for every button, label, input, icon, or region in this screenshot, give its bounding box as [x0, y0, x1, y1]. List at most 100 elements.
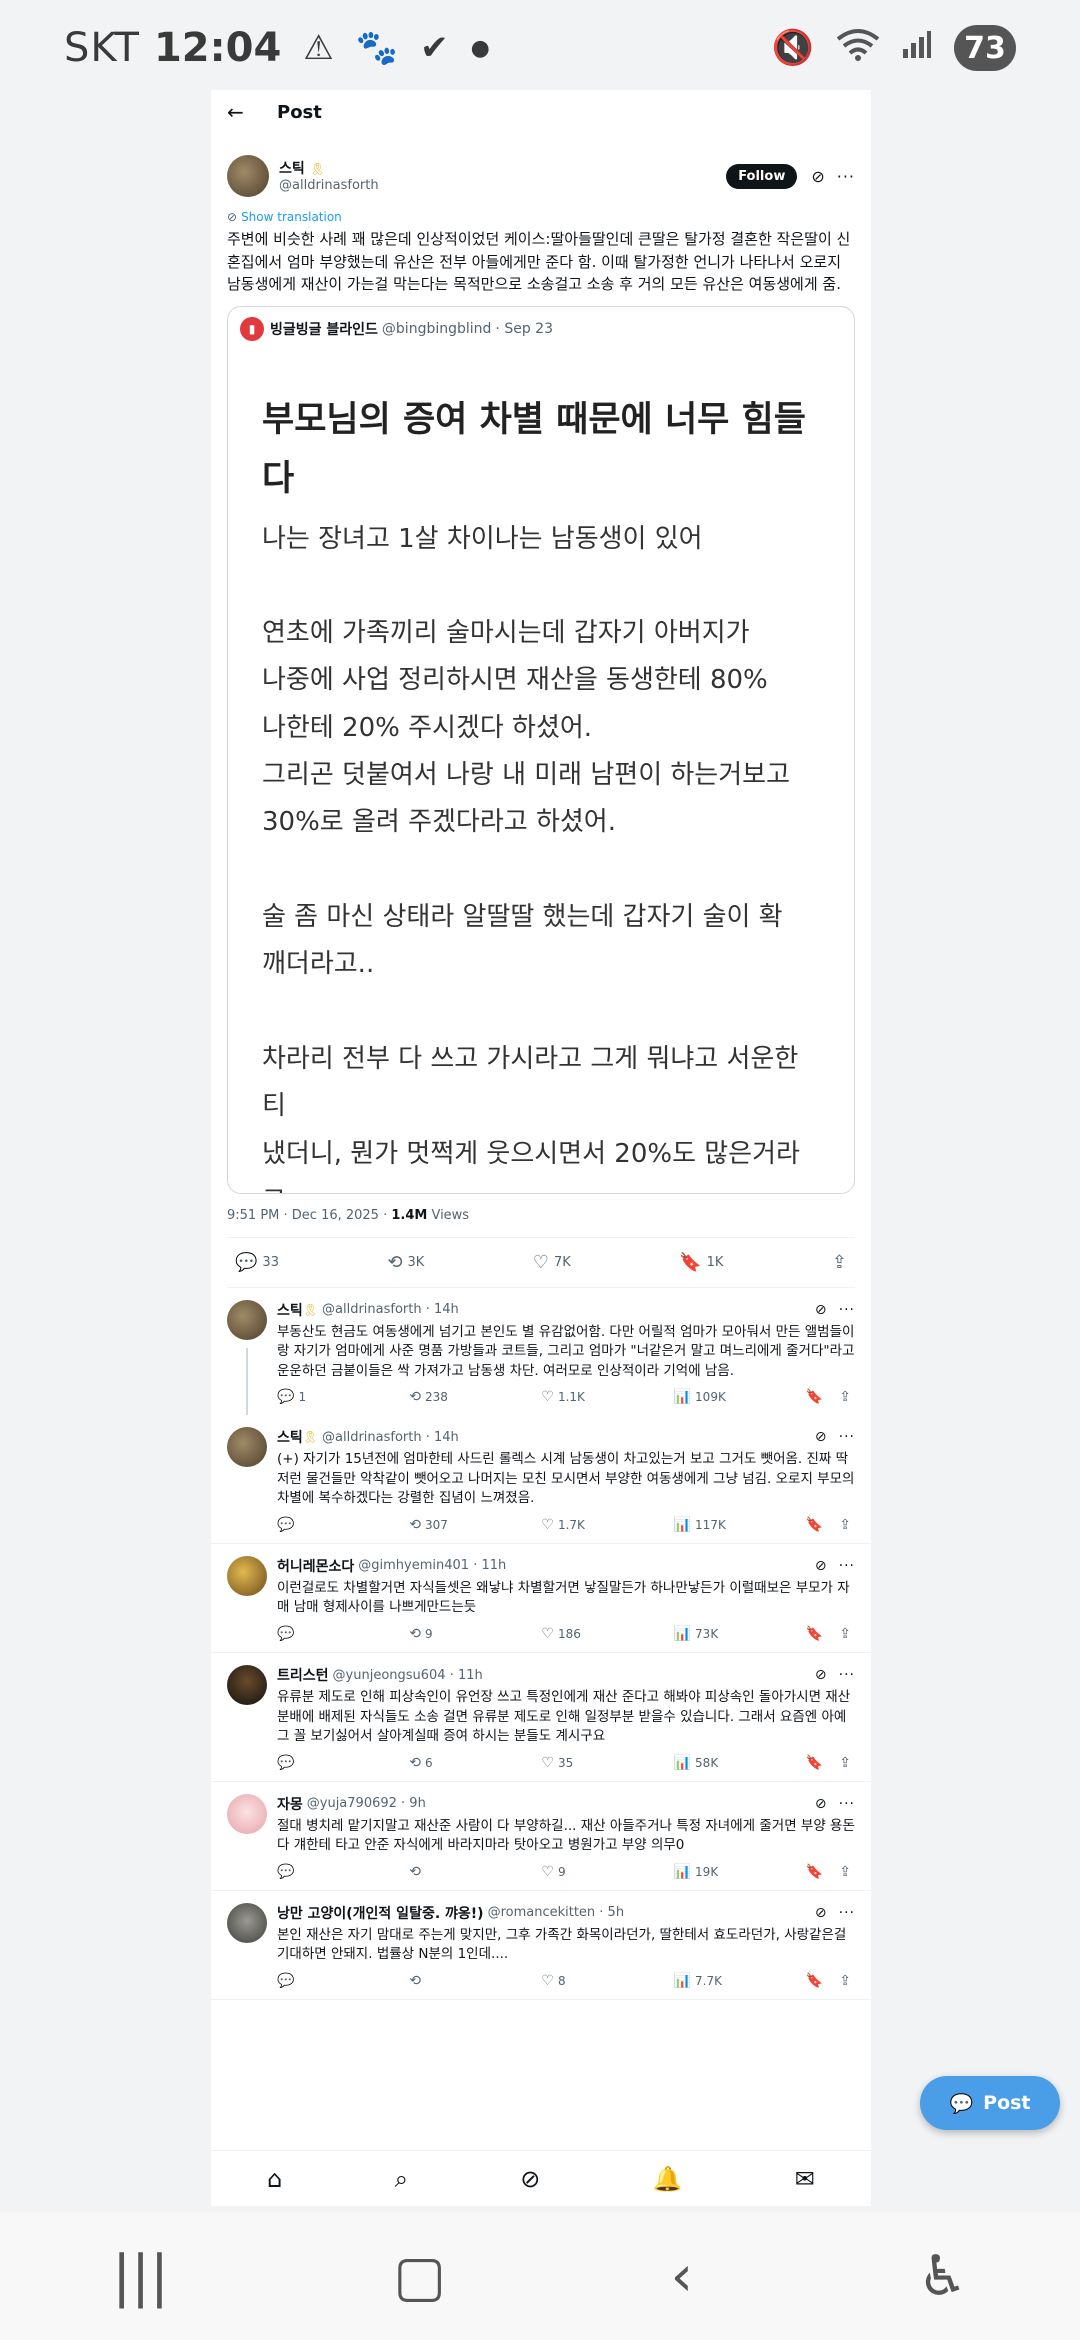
list-item[interactable]: 자몽 @yuja790692 · 9h ⊘ ··· 절대 병치레 맡기지말고 재…: [211, 1782, 871, 1891]
repost-button[interactable]: ⟲ 6: [409, 1755, 469, 1771]
grok-icon[interactable]: ⊘: [811, 167, 824, 186]
bookmark-icon[interactable]: 🔖: [806, 1755, 823, 1771]
like-button[interactable]: ♡ 7K: [533, 1252, 571, 1273]
more-options-icon[interactable]: ···: [839, 1429, 855, 1445]
reply-button[interactable]: 💬: [277, 1973, 337, 1989]
compose-post-button[interactable]: 💬 Post: [920, 2076, 1060, 2130]
list-item[interactable]: 낭만 고양이(개인적 일탈중. 꺄옹!) @romancekitten · 5h…: [211, 1891, 871, 2000]
reply-author-name[interactable]: 트리스턴: [277, 1665, 329, 1685]
avatar[interactable]: [227, 155, 269, 197]
carrier-label: SKT: [64, 25, 140, 71]
repost-button[interactable]: ⟲ 307: [409, 1517, 469, 1533]
reply-button[interactable]: 💬 1: [277, 1389, 337, 1405]
reply-author-name[interactable]: 스틱: [277, 1300, 303, 1320]
reply-button[interactable]: 💬: [277, 1755, 337, 1771]
list-item[interactable]: 스틱 🎗 @alldrinasforth · 14h ⊘ ··· 부동산도 현금…: [211, 1288, 871, 1416]
share-icon[interactable]: ⇪: [839, 1973, 851, 1989]
more-options-icon[interactable]: ···: [839, 1905, 855, 1921]
home-icon[interactable]: ⌂: [267, 2165, 282, 2193]
more-options-icon[interactable]: ···: [839, 1302, 855, 1318]
more-options-icon[interactable]: ···: [839, 1796, 855, 1812]
reply-button[interactable]: 💬: [277, 1517, 337, 1533]
avatar[interactable]: [227, 1902, 267, 1943]
author-name[interactable]: 스틱: [279, 161, 305, 177]
like-button[interactable]: ♡ 186: [541, 1626, 601, 1642]
repost-button[interactable]: ⟲: [409, 1973, 469, 1989]
views-button[interactable]: 📊 73K: [674, 1626, 734, 1642]
back-arrow-icon[interactable]: ←: [227, 100, 257, 124]
grok-icon[interactable]: ⊘: [815, 1302, 827, 1318]
accessibility-icon[interactable]: ♿: [918, 2244, 968, 2309]
reply-author-name[interactable]: 자몽: [277, 1794, 303, 1814]
show-translation-link[interactable]: ⊘ Show translation: [227, 210, 855, 224]
messages-icon[interactable]: ✉: [795, 2165, 815, 2193]
like-button[interactable]: ♡ 9: [541, 1864, 601, 1880]
paw-icon: 🐾: [355, 28, 399, 68]
repost-icon: ⟲: [409, 1972, 421, 1989]
share-button[interactable]: ⇪: [832, 1252, 847, 1273]
author-handle[interactable]: @alldrinasforth: [279, 178, 379, 194]
bookmark-icon[interactable]: 🔖: [806, 1973, 823, 1989]
more-options-icon[interactable]: ···: [837, 167, 855, 186]
repost-button[interactable]: ⟲ 3K: [387, 1252, 424, 1273]
bookmark-icon[interactable]: 🔖: [806, 1517, 823, 1533]
share-icon[interactable]: ⇪: [839, 1389, 851, 1405]
reply-button[interactable]: 💬: [277, 1864, 337, 1880]
follow-button[interactable]: Follow: [726, 163, 798, 189]
avatar[interactable]: [227, 1793, 267, 1834]
share-icon[interactable]: ⇪: [839, 1755, 851, 1771]
list-item[interactable]: 허니레몬소다 @gimhyemin401 · 11h ⊘ ··· 이런걸로도 차…: [211, 1544, 871, 1653]
list-item[interactable]: 트리스턴 @yunjeongsu604 · 11h ⊘ ··· 유류분 제도로 …: [211, 1653, 871, 1782]
like-button[interactable]: ♡ 1.1K: [541, 1389, 601, 1405]
views-button[interactable]: 📊 117K: [674, 1517, 734, 1533]
avatar[interactable]: [227, 1427, 267, 1468]
recent-apps-icon[interactable]: |||: [112, 2244, 169, 2309]
grok-icon[interactable]: ⊘: [815, 1429, 827, 1445]
share-icon[interactable]: ⇪: [839, 1517, 851, 1533]
bookmark-button[interactable]: 🔖 1K: [679, 1252, 723, 1273]
quoted-post[interactable]: ▮ 빙글빙글 블라인드 @bingbingblind · Sep 23 부모님의…: [227, 305, 855, 1194]
avatar[interactable]: [227, 1555, 267, 1596]
bookmark-icon[interactable]: 🔖: [806, 1389, 823, 1405]
bookmark-icon[interactable]: 🔖: [806, 1626, 823, 1642]
reply-author-name[interactable]: 낭만 고양이(개인적 일탈중. 꺄옹!): [277, 1903, 484, 1923]
like-button[interactable]: ♡ 8: [541, 1973, 601, 1989]
views-button[interactable]: 📊 7.7K: [674, 1973, 734, 1989]
like-button[interactable]: ♡ 35: [541, 1755, 601, 1771]
avatar[interactable]: [227, 1299, 267, 1340]
quote-image[interactable]: 부모님의 증여 차별 때문에 너무 힘들다 나는 장녀고 1살 차이나는 남동생…: [228, 351, 854, 1193]
quote-image-title: 부모님의 증여 차별 때문에 너무 힘들다: [262, 399, 806, 500]
ribbon-icon: 🎗: [302, 1430, 318, 1445]
repost-button[interactable]: ⟲ 238: [409, 1389, 469, 1405]
views-button[interactable]: 📊 19K: [674, 1864, 734, 1880]
share-icon[interactable]: ⇪: [839, 1864, 851, 1880]
views-button[interactable]: 📊 58K: [674, 1755, 734, 1771]
home-button-icon[interactable]: ▢: [393, 2244, 446, 2309]
like-count: 186: [557, 1627, 581, 1641]
views-button[interactable]: 📊 109K: [674, 1389, 734, 1405]
search-icon[interactable]: ⌕: [395, 2165, 408, 2193]
reply-button[interactable]: 💬 33: [235, 1252, 279, 1273]
grok-icon[interactable]: ⊘: [520, 2165, 540, 2193]
timestamp-text: 9:51 PM · Dec 16, 2025 ·: [227, 1207, 392, 1223]
grok-icon[interactable]: ⊘: [815, 1667, 827, 1683]
reply-author-name[interactable]: 스틱: [277, 1427, 303, 1447]
more-options-icon[interactable]: ···: [839, 1558, 855, 1574]
grok-icon[interactable]: ⊘: [815, 1558, 827, 1574]
notifications-icon[interactable]: 🔔: [653, 2165, 683, 2193]
compose-label: Post: [983, 2092, 1031, 2114]
bookmark-icon: 🔖: [679, 1251, 702, 1273]
share-icon[interactable]: ⇪: [839, 1626, 851, 1642]
like-button[interactable]: ♡ 1.7K: [541, 1517, 601, 1533]
more-options-icon[interactable]: ···: [839, 1667, 855, 1683]
back-icon[interactable]: ‹: [671, 2244, 693, 2309]
repost-button[interactable]: ⟲: [409, 1864, 469, 1880]
grok-icon[interactable]: ⊘: [815, 1796, 827, 1812]
avatar[interactable]: [227, 1665, 267, 1705]
list-item[interactable]: 스틱 🎗 @alldrinasforth · 14h ⊘ ··· (+) 자기가…: [211, 1415, 871, 1544]
bookmark-icon[interactable]: 🔖: [806, 1864, 823, 1880]
reply-button[interactable]: 💬: [277, 1626, 337, 1642]
reply-author-name[interactable]: 허니레몬소다: [277, 1556, 354, 1576]
repost-button[interactable]: ⟲ 9: [409, 1626, 469, 1642]
grok-icon[interactable]: ⊘: [815, 1905, 827, 1921]
